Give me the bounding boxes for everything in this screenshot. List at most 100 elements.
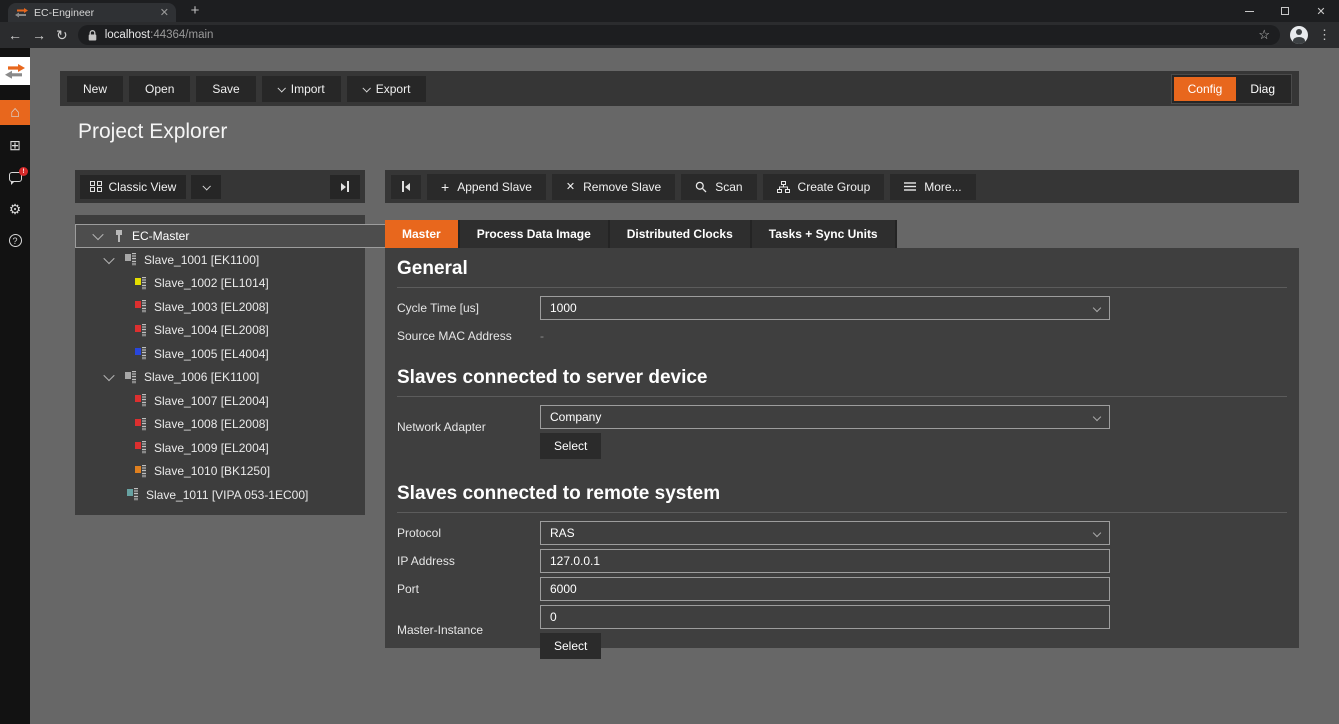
slave-icon (135, 465, 146, 478)
grid-icon: ⊞ (9, 137, 21, 154)
browser-menu-icon[interactable]: ⋮ (1318, 27, 1331, 43)
ip-address-input[interactable] (540, 549, 1110, 573)
forward-icon[interactable]: → (32, 28, 46, 42)
slave-toolbar: +Append Slave ✕Remove Slave Scan Create … (385, 170, 1299, 203)
main-toolbar: New Open Save Import Export Config Diag (60, 71, 1299, 106)
tab-tasks-sync-units[interactable]: Tasks + Sync Units (752, 220, 897, 248)
tree-item[interactable]: Slave_1011 [VIPA 053-1EC00] (75, 483, 365, 507)
master-instance-input[interactable] (540, 605, 1110, 629)
import-button[interactable]: Import (262, 76, 341, 102)
nav-messages[interactable]: ! (0, 164, 30, 189)
menu-lines-icon (904, 182, 916, 191)
favicon-ec-engineer-icon (15, 8, 28, 18)
ip-address-label: IP Address (397, 549, 540, 573)
tree-expand-icon[interactable] (103, 370, 114, 381)
ec-engineer-logo (0, 57, 30, 85)
browser-tabstrip: EC-Engineer ✕ + ✕ (0, 0, 1339, 22)
slave-icon (125, 371, 136, 384)
tree-item[interactable]: Slave_1003 [EL2008] (75, 295, 365, 319)
browser-toolbar: ← → ↻ localhost:44364/main ☆ ⋮ (0, 22, 1339, 48)
port-input[interactable] (540, 577, 1110, 601)
tree-item[interactable]: Slave_1006 [EK1100] (75, 366, 365, 390)
collapse-right-icon (341, 181, 349, 192)
tree-item[interactable]: Slave_1010 [BK1250] (75, 460, 365, 484)
restore-icon[interactable] (1267, 0, 1303, 22)
tab-process-data-image[interactable]: Process Data Image (460, 220, 610, 248)
view-dropdown-button[interactable] (191, 175, 221, 199)
more-button[interactable]: More... (890, 174, 975, 200)
chevron-down-icon (362, 84, 370, 92)
page-title: Project Explorer (78, 120, 227, 144)
cycle-time-select[interactable]: 1000 (540, 296, 1110, 320)
server-device-heading: Slaves connected to server device (397, 363, 1287, 397)
address-bar[interactable]: localhost:44364/main ☆ (78, 25, 1280, 45)
nav-help[interactable]: ? (0, 228, 30, 253)
slave-icon (135, 441, 146, 454)
back-icon[interactable]: ← (8, 28, 22, 42)
tree-item[interactable]: Slave_1001 [EK1100] (75, 248, 365, 272)
diag-mode-button[interactable]: Diag (1236, 77, 1289, 101)
remote-system-heading: Slaves connected to remote system (397, 479, 1287, 513)
project-tree: EC-Master Slave_1001 [EK1100] Slave_1002… (75, 215, 365, 515)
config-mode-button[interactable]: Config (1174, 77, 1237, 101)
collapse-tree-button[interactable] (391, 175, 421, 199)
new-tab-button[interactable]: + (186, 2, 204, 19)
tab-close-icon[interactable]: ✕ (160, 6, 169, 19)
tab-distributed-clocks[interactable]: Distributed Clocks (610, 220, 752, 248)
protocol-select[interactable]: RAS (540, 521, 1110, 545)
remove-slave-button[interactable]: ✕Remove Slave (552, 174, 675, 200)
nav-settings[interactable]: ⚙ (0, 197, 30, 222)
append-slave-button[interactable]: +Append Slave (427, 174, 546, 200)
view-grid-icon (90, 181, 102, 193)
slave-icon (135, 418, 146, 431)
save-button[interactable]: Save (196, 76, 255, 102)
nav-rail: ⌂ ⊞ ! ⚙ ? (0, 48, 30, 724)
slave-icon (135, 347, 146, 360)
master-instance-label: Master-Instance (397, 605, 540, 659)
new-button[interactable]: New (67, 76, 123, 102)
minimize-icon[interactable] (1231, 0, 1267, 22)
collapse-left-icon (402, 181, 410, 192)
general-heading: General (397, 254, 1287, 288)
nav-grid[interactable]: ⊞ (0, 133, 30, 158)
bookmark-star-icon[interactable]: ☆ (1258, 27, 1270, 43)
nav-home[interactable]: ⌂ (0, 100, 30, 125)
tree-item[interactable]: Slave_1008 [EL2008] (75, 413, 365, 437)
master-instance-select-button[interactable]: Select (540, 633, 601, 659)
notification-badge: ! (19, 167, 28, 176)
tab-master[interactable]: Master (385, 220, 460, 248)
browser-tab-title: EC-Engineer (34, 7, 154, 19)
chevron-down-icon (1093, 304, 1101, 312)
close-icon[interactable]: ✕ (1303, 0, 1339, 22)
tree-expand-icon[interactable] (92, 229, 103, 240)
app-window: ⌂ ⊞ ! ⚙ ? New Open Save Import Export Co… (0, 48, 1339, 724)
reload-icon[interactable]: ↻ (56, 28, 68, 42)
slave-icon (135, 277, 146, 290)
mode-switcher: Config Diag (1171, 74, 1292, 104)
open-button[interactable]: Open (129, 76, 190, 102)
home-icon: ⌂ (10, 104, 20, 122)
collapse-panel-button[interactable] (330, 175, 360, 199)
tree-item[interactable]: Slave_1005 [EL4004] (75, 342, 365, 366)
network-adapter-select-button[interactable]: Select (540, 433, 601, 459)
tree-item[interactable]: Slave_1004 [EL2008] (75, 319, 365, 343)
profile-avatar[interactable] (1290, 26, 1308, 44)
master-tab-panel: General Cycle Time [us] 1000 Source MAC … (385, 248, 1299, 648)
slave-icon (135, 394, 146, 407)
browser-tab[interactable]: EC-Engineer ✕ (8, 3, 176, 22)
tree-item[interactable]: Slave_1009 [EL2004] (75, 436, 365, 460)
tree-item[interactable]: Slave_1002 [EL1014] (75, 272, 365, 296)
slave-icon (125, 253, 136, 266)
cycle-time-label: Cycle Time [us] (397, 296, 540, 320)
source-mac-value: - (540, 324, 544, 343)
classic-view-button[interactable]: Classic View (80, 175, 186, 199)
window-controls: ✕ (1231, 0, 1339, 22)
scan-button[interactable]: Scan (681, 174, 756, 200)
tree-expand-icon[interactable] (103, 253, 114, 264)
protocol-label: Protocol (397, 521, 540, 545)
tree-item[interactable]: Slave_1007 [EL2004] (75, 389, 365, 413)
export-button[interactable]: Export (347, 76, 427, 102)
network-adapter-select[interactable]: Company (540, 405, 1110, 429)
group-hierarchy-icon (777, 181, 790, 193)
create-group-button[interactable]: Create Group (763, 174, 885, 200)
